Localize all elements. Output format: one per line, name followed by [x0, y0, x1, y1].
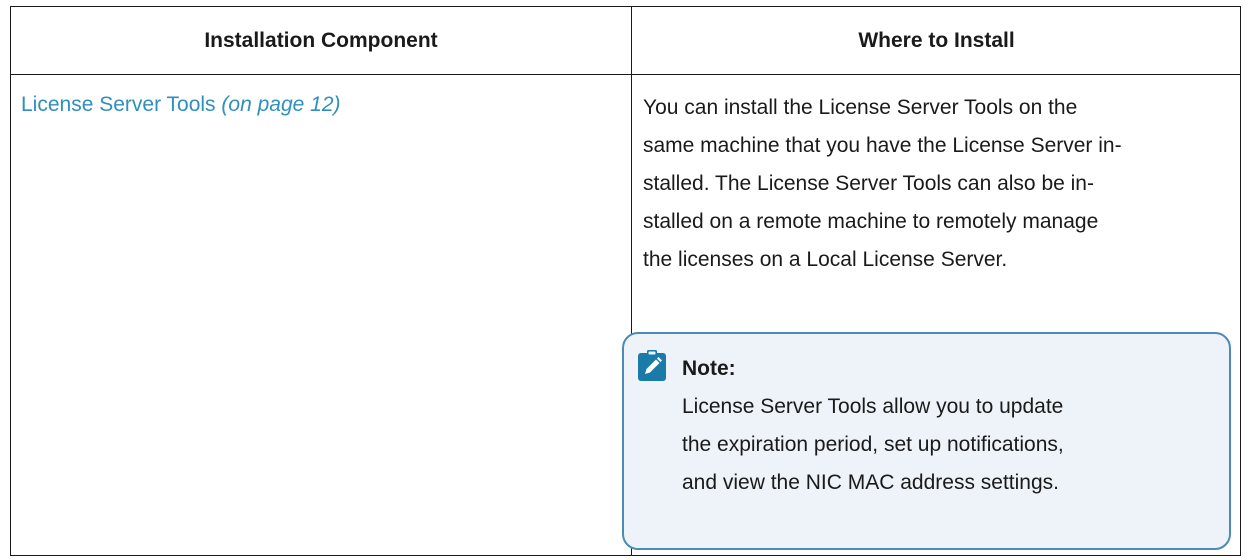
paragraph-line: You can install the License Server Tools… — [643, 96, 1078, 119]
paragraph-line: same machine that you have the License S… — [643, 134, 1122, 157]
header-installation-component: Installation Component — [204, 29, 438, 52]
note-line: the expiration period, set up notificati… — [682, 433, 1064, 456]
note-line: and view the NIC MAC address settings. — [682, 471, 1059, 494]
note-title: Note: — [682, 357, 736, 380]
note-pencil-icon — [638, 350, 666, 381]
note-line: License Server Tools allow you to update — [682, 395, 1064, 418]
note-callout: Note: License Server Tools allow you to … — [622, 332, 1231, 550]
page-reference-link[interactable]: (on page 12) — [221, 93, 340, 116]
component-cell: License Server Tools (on page 12) — [21, 91, 341, 119]
paragraph-line: stalled on a remote machine to remotely … — [643, 210, 1099, 233]
paragraph-line: stalled. The License Server Tools can al… — [643, 172, 1094, 195]
table-header-row: Installation Component Where to Install — [11, 7, 1240, 75]
paragraph-line: the licenses on a Local License Server. — [643, 248, 1008, 271]
where-to-install-cell: You can install the License Server Tools… — [643, 89, 1233, 279]
header-where-to-install: Where to Install — [858, 29, 1015, 52]
license-server-tools-link[interactable]: License Server Tools — [21, 93, 216, 116]
note-body: License Server Tools allow you to update… — [682, 388, 1064, 502]
